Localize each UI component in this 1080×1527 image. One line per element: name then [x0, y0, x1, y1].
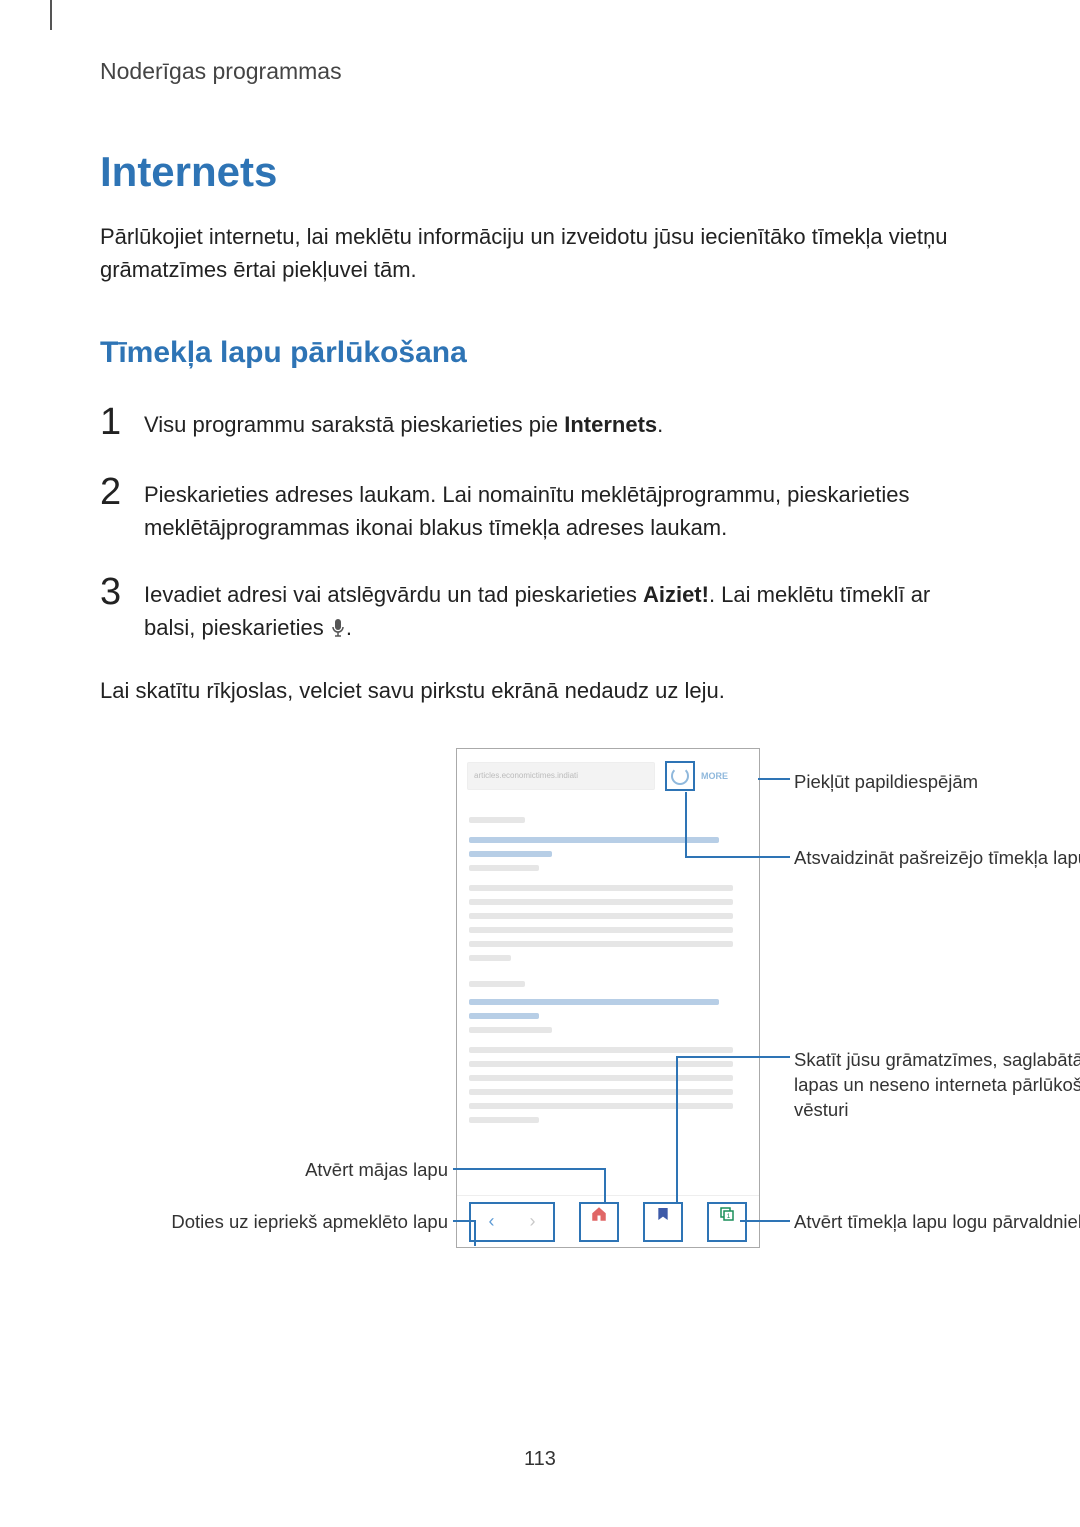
phone-top-bar: articles.economictimes.indiati MORE [457, 749, 759, 803]
bookmark-icon [653, 1204, 673, 1224]
callout-back: Doties uz iepriekš apmeklēto lapu [110, 1210, 448, 1235]
content-line [469, 851, 552, 857]
microphone-icon [330, 614, 346, 634]
step-pre: Visu programmu sarakstā pieskarieties pi… [144, 412, 564, 437]
steps-list: 1 Visu programmu sarakstā pieskarieties … [100, 402, 980, 672]
page-edge-rule [50, 0, 52, 30]
content-line [469, 999, 719, 1005]
breadcrumb: Noderīgas programmas [100, 58, 342, 85]
connector-line [453, 1168, 604, 1170]
callout-refresh: Atsvaidzināt pašreizējo tīmekļa lapu [794, 846, 1080, 871]
home-icon [589, 1204, 609, 1224]
post-steps-paragraph: Lai skatītu rīkjoslas, velciet savu pirk… [100, 678, 980, 704]
tabs-icon: 1 [717, 1204, 737, 1224]
bookmarks-button-highlight [643, 1202, 683, 1242]
step-pre: Ievadiet adresi vai atslēgvārdu un tad p… [144, 582, 643, 607]
connector-line [604, 1168, 606, 1204]
more-button: MORE [701, 771, 728, 781]
illustration-diagram: articles.economictimes.indiati MORE [198, 748, 988, 1268]
phone-toolbar: ‹ › 1 [457, 1195, 759, 1247]
connector-line [453, 1220, 475, 1222]
content-line [469, 927, 733, 933]
step-text: Visu programmu sarakstā pieskarieties pi… [144, 402, 663, 441]
step-1: 1 Visu programmu sarakstā pieskarieties … [100, 402, 980, 444]
callout-more-options: Piekļūt papildiespējām [794, 770, 1080, 795]
refresh-button-highlight [665, 761, 695, 791]
page-number: 113 [0, 1448, 1080, 1471]
step-bold: Internets [564, 412, 657, 437]
svg-text:1: 1 [727, 1212, 731, 1219]
connector-line [740, 1220, 790, 1222]
content-line [469, 899, 733, 905]
refresh-icon [671, 767, 689, 785]
step-number: 2 [100, 472, 144, 514]
step-text: Pieskarieties adreses laukam. Lai nomain… [144, 472, 980, 544]
home-button-highlight [579, 1202, 619, 1242]
content-line [469, 1027, 552, 1033]
step-text: Ievadiet adresi vai atslēgvārdu un tad p… [144, 572, 980, 644]
callout-bookmarks: Skatīt jūsu grāmatzīmes, saglabātās lapa… [794, 1048, 1080, 1123]
nav-buttons-highlight: ‹ › [469, 1202, 555, 1242]
content-line [469, 1075, 733, 1081]
intro-paragraph: Pārlūkojiet internetu, lai meklētu infor… [100, 220, 970, 286]
page-title: Internets [100, 148, 277, 196]
step-number: 3 [100, 572, 144, 614]
content-line [469, 837, 719, 843]
content-line [469, 1089, 733, 1095]
content-line [469, 1103, 733, 1109]
content-line [469, 1013, 539, 1019]
phone-mock: articles.economictimes.indiati MORE [456, 748, 760, 1248]
section-heading: Tīmekļa lapu pārlūkošana [100, 336, 467, 370]
callout-home: Atvērt mājas lapu [198, 1158, 448, 1183]
connector-line [758, 778, 790, 780]
connector-line [685, 856, 790, 858]
content-line [469, 885, 733, 891]
content-line [469, 955, 511, 961]
content-line [469, 1117, 539, 1123]
content-line [469, 1047, 733, 1053]
address-bar: articles.economictimes.indiati [467, 762, 655, 790]
step-bold: Aiziet! [643, 582, 709, 607]
step-post: . [657, 412, 663, 437]
forward-icon: › [530, 1211, 536, 1232]
content-line [469, 981, 525, 987]
back-icon: ‹ [489, 1211, 495, 1232]
content-line [469, 1061, 733, 1067]
phone-content [457, 803, 759, 1123]
connector-line [676, 1056, 790, 1058]
step-3: 3 Ievadiet adresi vai atslēgvārdu un tad… [100, 572, 980, 644]
step-tail: . [346, 615, 352, 640]
content-line [469, 817, 525, 823]
step-2: 2 Pieskarieties adreses laukam. Lai noma… [100, 472, 980, 544]
connector-line [676, 1056, 678, 1204]
content-line [469, 865, 539, 871]
step-number: 1 [100, 402, 144, 444]
callout-tabs: Atvērt tīmekļa lapu logu pārvaldnieku [794, 1210, 1080, 1235]
connector-line [685, 792, 687, 858]
connector-line [474, 1220, 476, 1246]
content-line [469, 941, 733, 947]
content-line [469, 913, 733, 919]
